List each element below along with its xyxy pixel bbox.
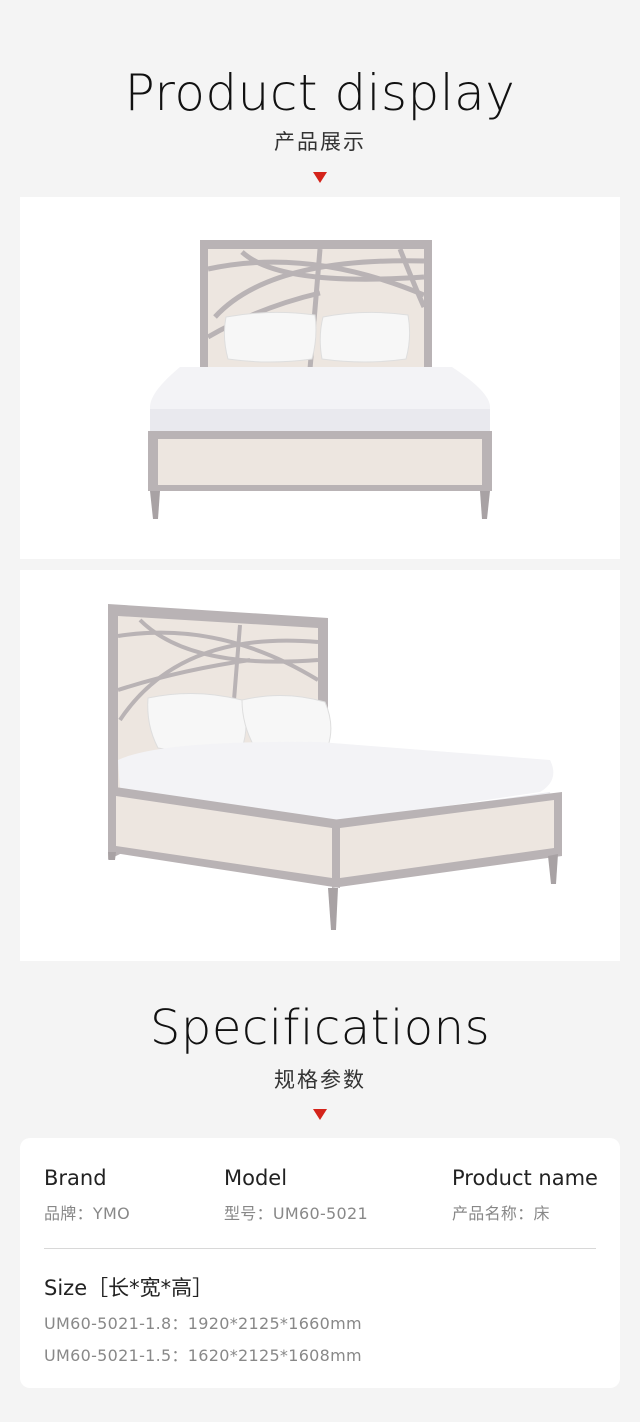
spec-divider <box>44 1248 596 1249</box>
display-title: Product display <box>124 64 516 122</box>
bed-front-image <box>148 240 492 519</box>
specs-title: Specifications <box>149 1000 491 1056</box>
down-arrow-icon <box>313 172 327 183</box>
brand-column: Brand 品牌：YMO <box>44 1166 130 1224</box>
brand-value: 品牌：YMO <box>44 1204 130 1223</box>
display-subtitle: 产品展示 <box>274 130 366 154</box>
size-line: UM60-5021-1.8：1920*2125*1660mm <box>44 1314 362 1333</box>
size-label: Size［长*宽*高］ <box>44 1276 214 1300</box>
brand-label: Brand <box>44 1166 107 1190</box>
down-arrow-icon <box>313 1109 327 1120</box>
model-value: 型号：UM60-5021 <box>224 1204 368 1223</box>
specs-subtitle: 规格参数 <box>274 1068 366 1092</box>
product-photo-angle <box>20 570 620 961</box>
spec-card: Brand 品牌：YMO Model 型号：UM60-5021 Product … <box>20 1138 620 1388</box>
product-name-value: 产品名称：床 <box>452 1204 550 1223</box>
model-label: Model <box>224 1166 288 1190</box>
model-column: Model 型号：UM60-5021 <box>224 1166 368 1224</box>
product-name-column: Product name 产品名称：床 <box>452 1166 598 1224</box>
product-photo-front <box>20 197 620 559</box>
product-name-label: Product name <box>452 1166 598 1190</box>
size-block: Size［长*宽*高］ UM60-5021-1.8：1920*2125*1660… <box>44 1272 362 1366</box>
size-line: UM60-5021-1.5：1620*2125*1608mm <box>44 1346 362 1365</box>
bed-angle-image <box>108 604 562 930</box>
